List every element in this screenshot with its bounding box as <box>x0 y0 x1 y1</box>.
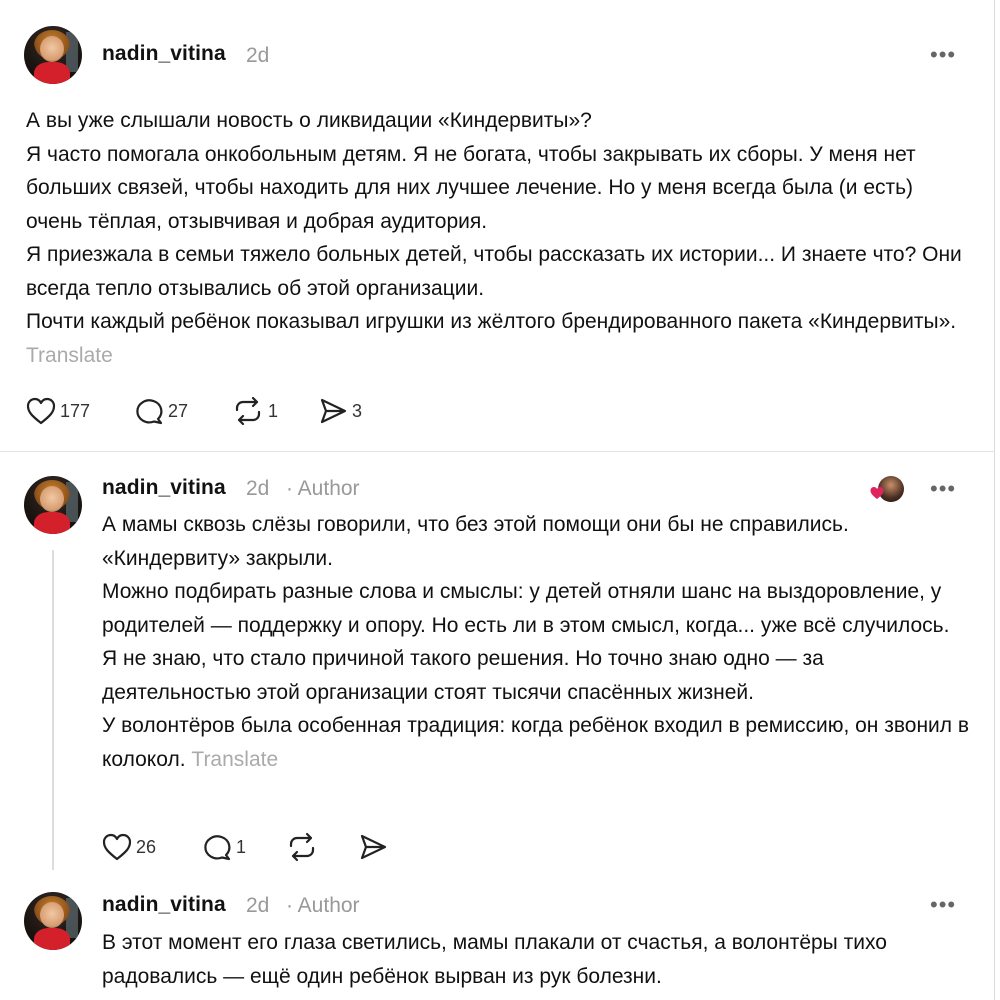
comment-bubble-icon <box>204 835 231 861</box>
comment-button[interactable]: 27 <box>134 396 188 426</box>
post-paragraph: В этот момент его глаза светились, мамы … <box>102 931 887 988</box>
author-badge: · Author <box>286 894 360 917</box>
post-paragraph: Я часто помогала онкобольным детям. Я не… <box>26 142 916 233</box>
post-text: А мамы сквозь слёзы говорили, что без эт… <box>102 508 972 776</box>
avatar[interactable] <box>24 476 82 534</box>
repost-icon <box>235 396 261 426</box>
author-badge: · Author <box>286 477 360 500</box>
repost-count: 1 <box>268 400 279 421</box>
reply-post: nadin_vitina 2d · Author ••• В этот моме… <box>0 872 994 1000</box>
post-paragraph: Я не знаю, что стало причиной такого реш… <box>102 647 824 704</box>
post-paragraph: Можно подбирать разные слова и смыслы: у… <box>102 580 950 637</box>
post-time[interactable]: 2d <box>246 894 269 918</box>
post-text: А вы уже слышали новость о ликвидации «К… <box>26 104 966 372</box>
comment-count: 27 <box>168 400 189 421</box>
translate-link[interactable]: Translate <box>26 344 113 367</box>
comment-bubble-icon <box>136 399 163 425</box>
comment-count: 1 <box>236 836 247 857</box>
comment-button[interactable]: 1 <box>202 832 246 862</box>
heart-icon <box>102 833 132 861</box>
action-bar: 177 27 1 3 <box>26 396 426 426</box>
post-paragraph: Я приезжала в семьи тяжело больных детей… <box>26 243 962 300</box>
post-time[interactable]: 2d <box>246 477 269 501</box>
like-count: 177 <box>60 400 91 421</box>
share-count: 3 <box>352 400 363 421</box>
more-options-icon[interactable]: ••• <box>930 44 956 66</box>
reply-post: nadin_vitina 2d · Author ••• А мамы скво… <box>0 452 994 872</box>
post-time[interactable]: 2d <box>246 44 269 68</box>
post-paragraph: А вы уже слышали новость о ликвидации «К… <box>26 109 592 132</box>
avatar[interactable] <box>24 26 82 84</box>
post-paragraph-text: Почти каждый ребёнок показывал игрушки и… <box>26 310 957 333</box>
post-paragraph: У волонтёров была особенная традиция: ко… <box>102 709 972 776</box>
post-text: В этот момент его глаза светились, мамы … <box>102 926 962 993</box>
send-icon <box>360 834 387 860</box>
post-main: nadin_vitina 2d ••• А вы уже слышали нов… <box>0 0 994 450</box>
repost-button[interactable] <box>286 832 318 862</box>
username[interactable]: nadin_vitina <box>102 42 226 66</box>
like-count: 26 <box>136 836 157 857</box>
liked-heart-icon <box>870 487 884 499</box>
like-button[interactable]: 177 <box>26 396 90 426</box>
action-bar: 26 1 <box>102 832 402 862</box>
post-paragraph: Почти каждый ребёнок показывал игрушки и… <box>26 305 966 372</box>
username[interactable]: nadin_vitina <box>102 476 226 500</box>
like-button[interactable]: 26 <box>102 832 156 862</box>
share-button[interactable] <box>358 832 388 862</box>
share-button[interactable]: 3 <box>318 396 362 426</box>
heart-icon <box>26 397 56 425</box>
frame-border <box>994 0 995 1000</box>
translate-link[interactable]: Translate <box>191 748 278 771</box>
post-paragraph: А мамы сквозь слёзы говорили, что без эт… <box>102 513 849 570</box>
more-options-icon[interactable]: ••• <box>930 478 956 500</box>
username[interactable]: nadin_vitina <box>102 893 226 917</box>
more-options-icon[interactable]: ••• <box>930 894 956 916</box>
avatar[interactable] <box>24 892 82 950</box>
send-icon <box>320 398 347 424</box>
repost-button[interactable]: 1 <box>232 396 278 426</box>
repost-icon <box>289 832 315 862</box>
